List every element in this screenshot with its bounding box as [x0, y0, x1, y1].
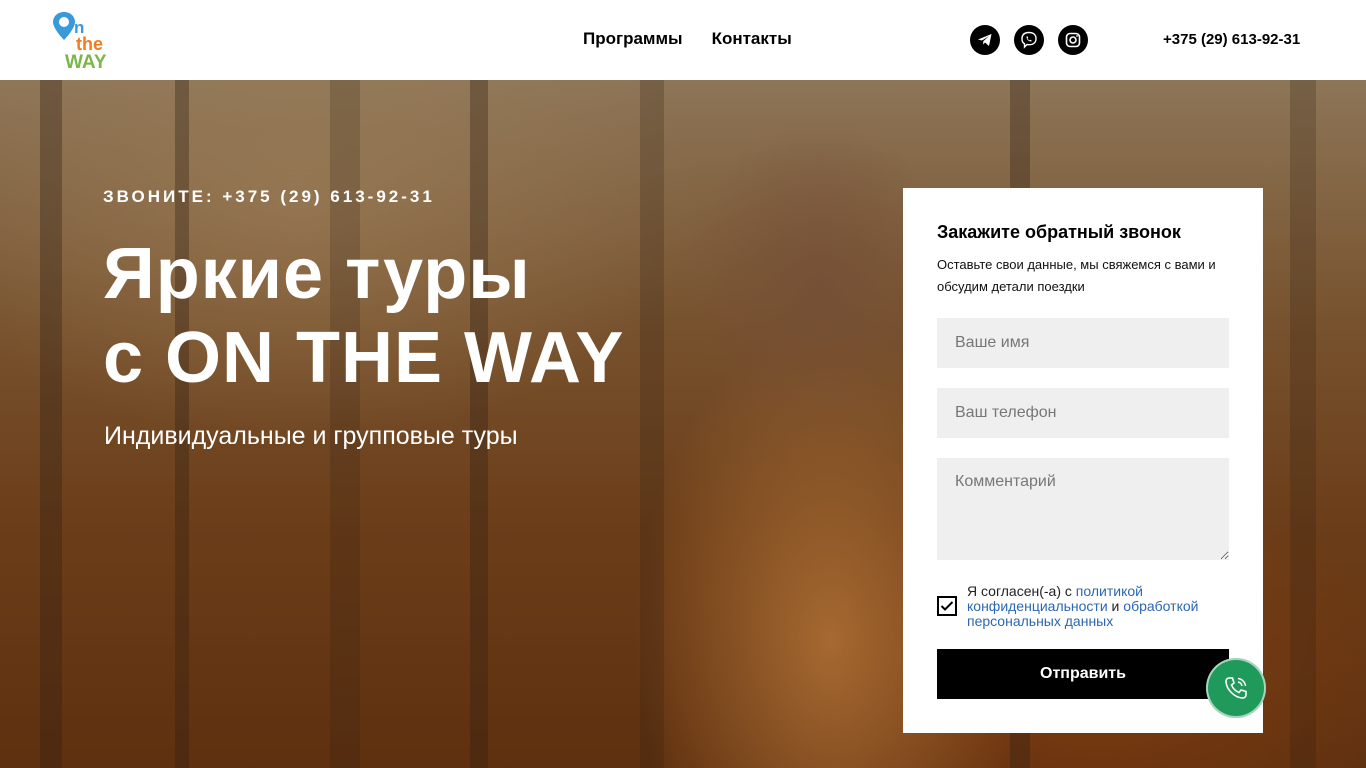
- floating-call-button[interactable]: [1206, 658, 1266, 718]
- instagram-icon[interactable]: [1058, 25, 1088, 55]
- telegram-icon[interactable]: [970, 25, 1000, 55]
- svg-text:WAY: WAY: [65, 52, 107, 70]
- form-title: Закажите обратный звонок: [937, 222, 1181, 242]
- hero-title-line-2: с ON THE WAY: [103, 318, 625, 398]
- nav-item-programs[interactable]: Программы: [583, 29, 683, 49]
- on-the-way-logo-icon: n the WAY: [53, 12, 107, 73]
- viber-icon[interactable]: [1014, 25, 1044, 55]
- social-links: [970, 25, 1088, 55]
- hero-section: ЗВОНИТЕ: +375 (29) 613-92-31 Яркие туры …: [0, 80, 1366, 768]
- submit-button[interactable]: Отправить: [937, 649, 1229, 699]
- main-nav: Программы Контакты: [583, 29, 792, 49]
- checkmark-icon: [940, 601, 954, 611]
- consent-checkbox[interactable]: [937, 596, 957, 616]
- site-logo[interactable]: n the WAY: [52, 10, 122, 73]
- svg-text:the: the: [76, 34, 103, 54]
- header-phone-link[interactable]: +375 (29) 613-92-31: [1163, 31, 1300, 48]
- comment-textarea[interactable]: [937, 458, 1229, 560]
- hero-phone-eyebrow: ЗВОНИТЕ: +375 (29) 613-92-31: [103, 187, 435, 206]
- site-header: n the WAY Программы Контакты +375 (29) 6…: [0, 0, 1366, 80]
- hero-title: Яркие туры с ON THE WAY: [103, 232, 624, 400]
- phone-icon: [1225, 677, 1247, 699]
- hero-subtitle: Индивидуальные и групповые туры: [104, 422, 518, 450]
- form-description: Оставьте свои данные, мы свяжемся с вами…: [937, 257, 1216, 294]
- name-input[interactable]: [937, 318, 1229, 368]
- callback-form: Закажите обратный звонок Оставьте свои д…: [903, 188, 1263, 733]
- nav-item-contacts[interactable]: Контакты: [712, 29, 792, 49]
- consent-row: Я согласен(-а) с политикой конфиденциаль…: [937, 584, 1229, 629]
- consent-text: Я согласен(-а) с политикой конфиденциаль…: [967, 583, 1199, 629]
- phone-input[interactable]: [937, 388, 1229, 438]
- hero-title-line-1: Яркие туры: [103, 234, 531, 314]
